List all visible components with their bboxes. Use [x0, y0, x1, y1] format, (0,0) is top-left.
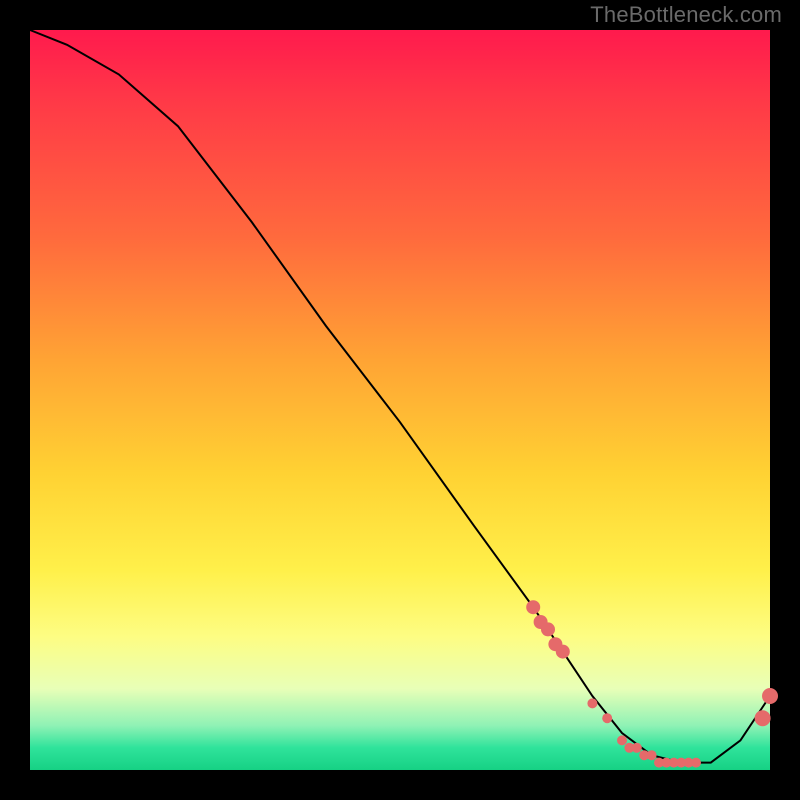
curve-marker	[755, 710, 771, 726]
curve-marker	[602, 713, 612, 723]
chart-frame: TheBottleneck.com	[0, 0, 800, 800]
curve-marker	[541, 622, 555, 636]
curve-layer	[30, 30, 770, 770]
watermark-text: TheBottleneck.com	[590, 2, 782, 28]
bottleneck-curve	[30, 30, 770, 763]
plot-area	[30, 30, 770, 770]
curve-marker	[587, 698, 597, 708]
curve-marker	[556, 645, 570, 659]
curve-marker	[617, 735, 627, 745]
curve-markers	[526, 600, 778, 767]
curve-marker	[632, 743, 642, 753]
curve-marker	[526, 600, 540, 614]
curve-marker	[762, 688, 778, 704]
curve-marker	[647, 750, 657, 760]
curve-marker	[691, 758, 701, 768]
